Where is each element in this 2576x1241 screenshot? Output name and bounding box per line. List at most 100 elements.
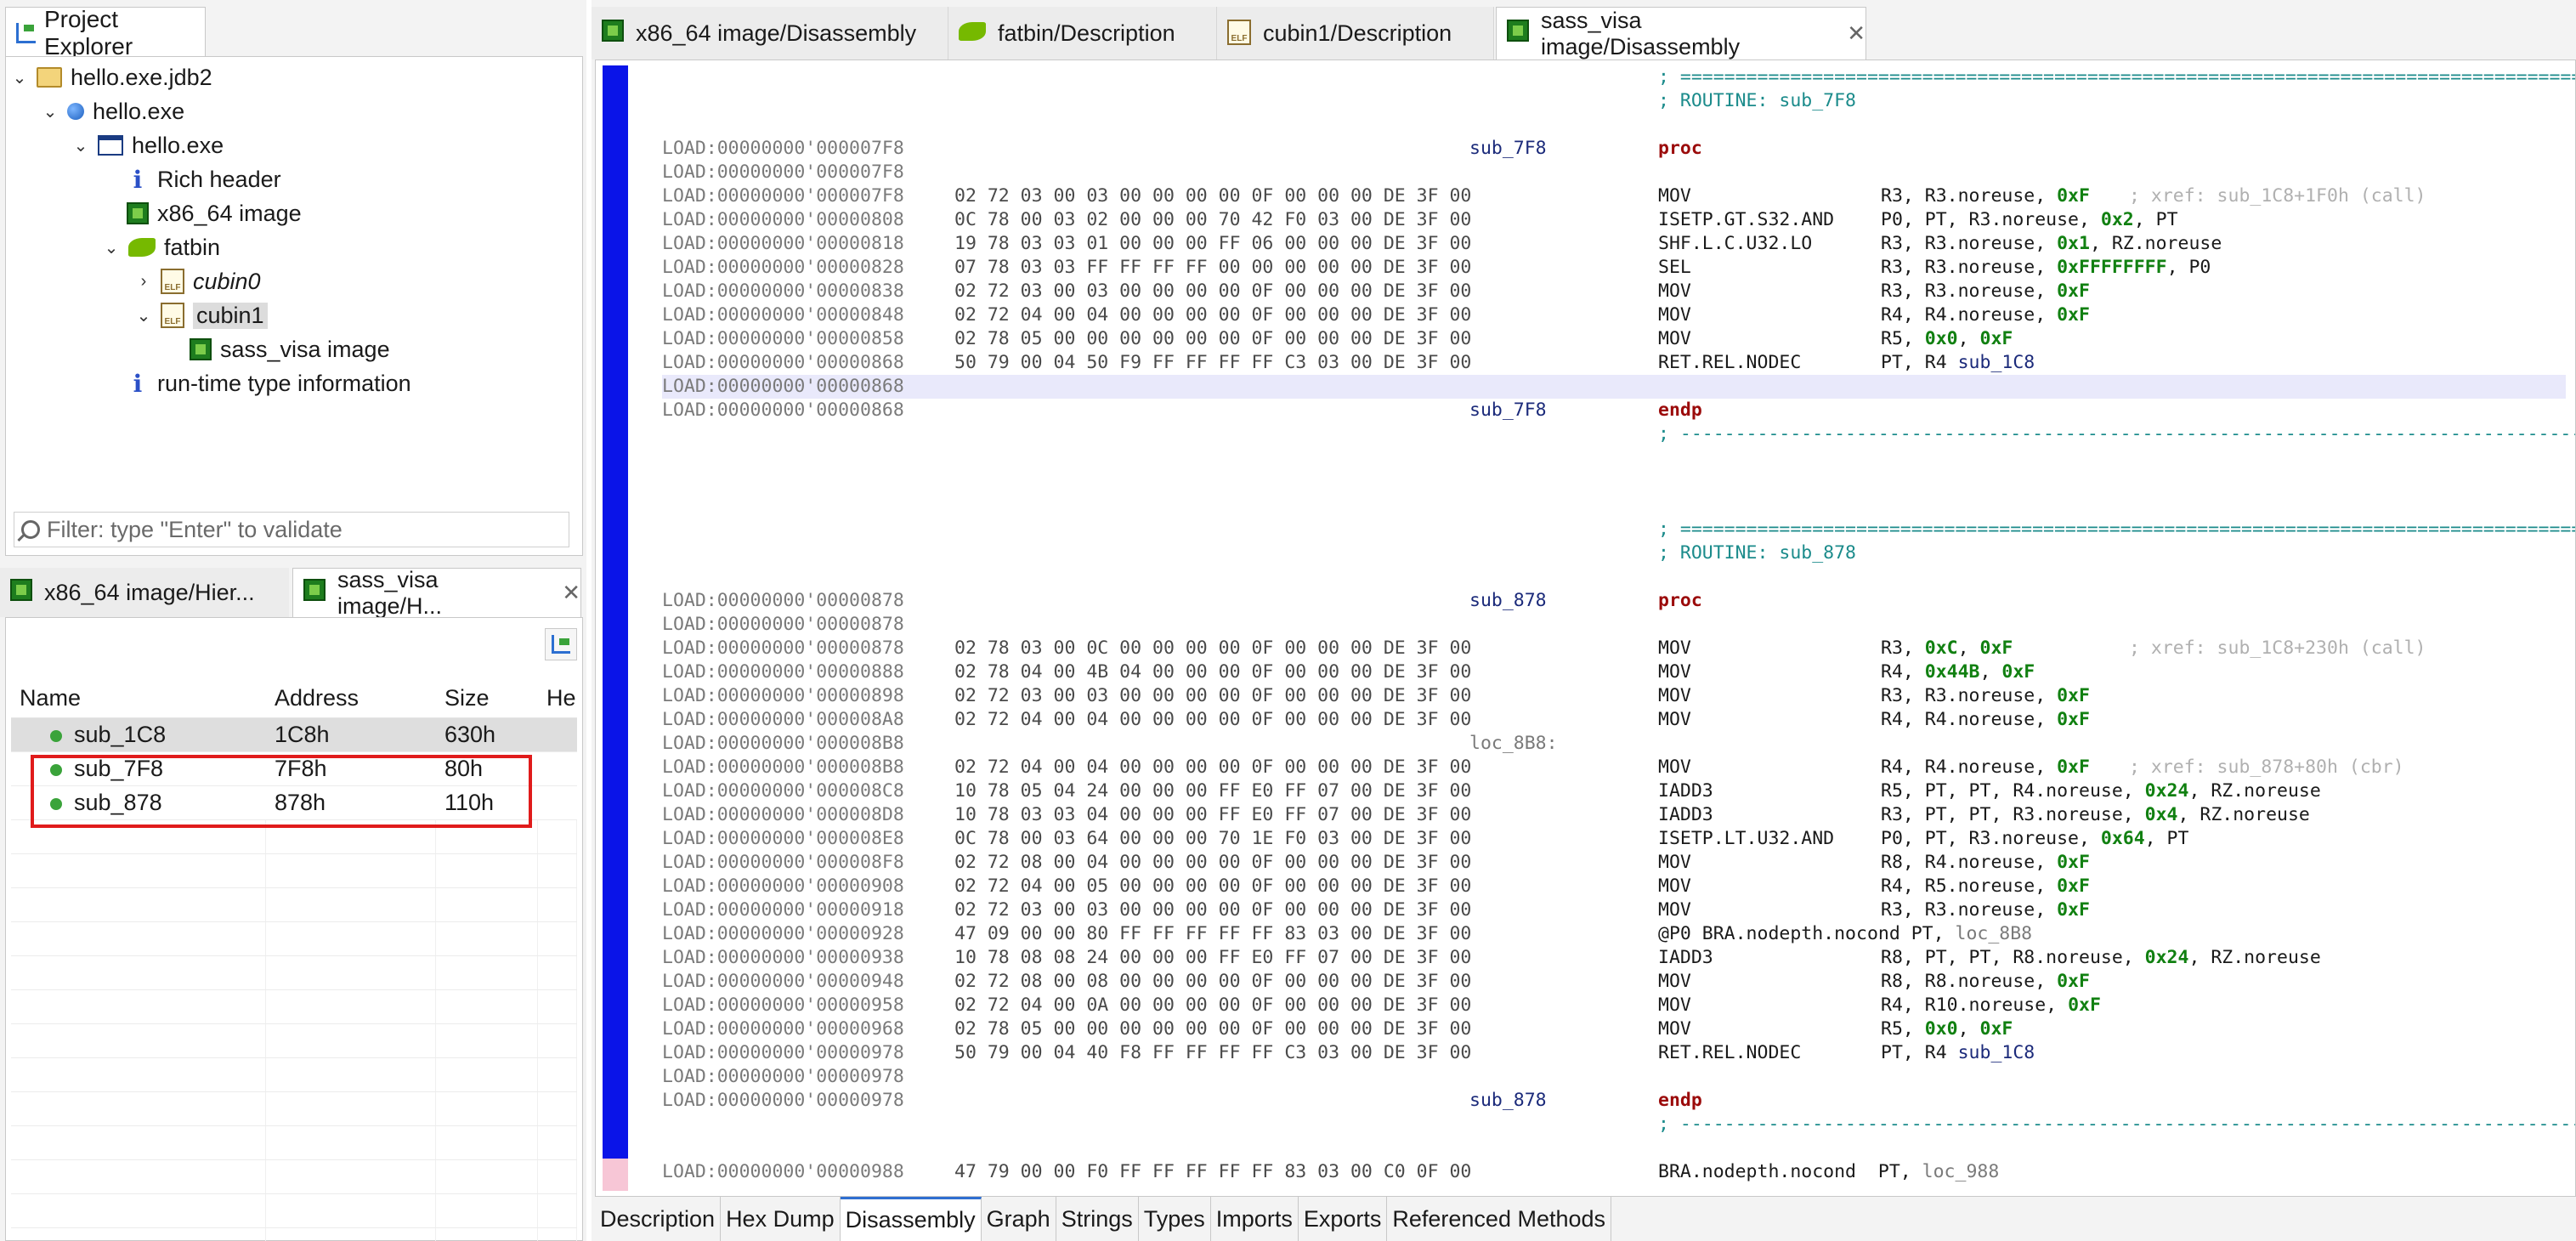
disassembly-line[interactable]: LOAD:00000000'00000878 02 78 03 00 0C 00 …	[662, 637, 2566, 660]
disassembly-line[interactable]: LOAD:00000000'00000898 02 72 03 00 03 00 …	[662, 684, 2566, 708]
tab-cubin1-description[interactable]: ELF cubin1/Description	[1217, 7, 1494, 60]
disassembly-line[interactable]	[662, 470, 2566, 494]
disassembly-line[interactable]: LOAD:00000000'00000958 02 72 04 00 0A 00 …	[662, 994, 2566, 1017]
disassembly-line[interactable]: LOAD:00000000'000007F8 sub_7F8 proc	[662, 137, 2566, 161]
tab-fatbin-description[interactable]: fatbin/Description	[948, 7, 1217, 60]
close-icon[interactable]: ✕	[1847, 20, 1865, 47]
tree-item-jdb2[interactable]: ⌄ hello.exe.jdb2	[9, 60, 212, 94]
tree-item-rtti[interactable]: i run-time type information	[120, 366, 411, 400]
disassembly-line[interactable]: ; ======================================…	[662, 65, 2575, 89]
disassembly-line[interactable]: LOAD:00000000'00000808 0C 78 00 03 02 00 …	[662, 208, 2566, 232]
disassembly-line[interactable]: LOAD:00000000'00000938 10 78 08 08 24 00 …	[662, 946, 2566, 970]
tab-sass-hierarchy[interactable]: sass_visa image/H... ✕	[292, 567, 581, 619]
column-header-hei[interactable]: Hei	[538, 685, 577, 711]
disassembly-line[interactable]: ; --------------------------------------…	[662, 1113, 2575, 1136]
tree-item-x86-image[interactable]: x86_64 image	[120, 196, 302, 230]
tree-item-label: Rich header	[157, 166, 281, 192]
line-address: LOAD:00000000'00000908	[662, 876, 904, 897]
chevron-right-icon[interactable]: ›	[133, 271, 154, 292]
disassembly-line[interactable]: LOAD:00000000'00000838 02 72 03 00 03 00 …	[662, 280, 2566, 303]
tab-sass-disassembly[interactable]: sass_visa image/Disassembly ✕	[1496, 7, 1866, 60]
chevron-down-icon[interactable]: ⌄	[101, 237, 122, 258]
tab-x86-hierarchy[interactable]: x86_64 image/Hier...	[0, 568, 289, 617]
tab-description[interactable]: Description	[595, 1197, 722, 1241]
disassembly-line[interactable]: LOAD:00000000'00000878 sub_878 proc	[662, 589, 2566, 613]
close-icon[interactable]: ✕	[562, 580, 580, 606]
label-reference[interactable]: loc_988	[1922, 1161, 2000, 1182]
tab-strings[interactable]: Strings	[1056, 1197, 1139, 1241]
hierarchy-toolbar-button[interactable]	[545, 628, 577, 660]
disassembly-line[interactable]: LOAD:00000000'00000988 47 79 00 00 F0 FF …	[662, 1160, 2566, 1184]
tree-item-cubin1[interactable]: ⌄ ELF cubin1	[133, 298, 268, 332]
tab-hex-dump[interactable]: Hex Dump	[721, 1197, 841, 1241]
tab-project-explorer[interactable]: Project Explorer	[5, 5, 206, 60]
table-empty-row	[11, 1194, 577, 1228]
disassembly-line[interactable]: LOAD:00000000'00000968 02 78 05 00 00 00 …	[662, 1017, 2566, 1041]
code-label: sub_7F8	[1469, 138, 1547, 159]
project-explorer-label: Project Explorer	[43, 5, 133, 60]
tree-item-label: cubin0	[193, 268, 261, 294]
disassembly-line[interactable]	[662, 113, 2566, 137]
disassembly-line[interactable]: LOAD:00000000'00000908 02 72 04 00 05 00 …	[662, 875, 2566, 898]
disassembly-line[interactable]: LOAD:00000000'000008B8 02 72 04 00 04 00 …	[662, 756, 2566, 779]
disassembly-line[interactable]: LOAD:00000000'000007F8	[662, 161, 2566, 184]
disassembly-line[interactable]: LOAD:00000000'00000818 19 78 03 03 01 00 …	[662, 232, 2566, 256]
tab-disassembly[interactable]: Disassembly	[840, 1197, 982, 1241]
disassembly-line[interactable]: ; ROUTINE: sub_878	[662, 541, 2566, 565]
filter-input[interactable]: Filter: type "Enter" to validate	[14, 512, 569, 547]
disassembly-line[interactable]: LOAD:00000000'00000978 sub_878 endp	[662, 1089, 2566, 1113]
disassembly-line[interactable]: LOAD:00000000'00000918 02 72 03 00 03 00 …	[662, 898, 2566, 922]
tree-item-fatbin[interactable]: ⌄ fatbin	[101, 230, 220, 264]
tab-types[interactable]: Types	[1138, 1197, 1211, 1241]
table-row[interactable]: sub_1C8 1C8h 630h	[11, 718, 577, 752]
disassembly-line[interactable]: LOAD:00000000'00000868 sub_7F8 endp	[662, 399, 2566, 422]
chevron-down-icon[interactable]: ⌄	[71, 135, 91, 156]
disassembly-line[interactable]: LOAD:00000000'00000928 47 09 00 00 80 FF …	[662, 922, 2566, 946]
column-header-size[interactable]: Size	[436, 685, 538, 711]
disassembly-line[interactable]: LOAD:00000000'00000948 02 72 08 00 08 00 …	[662, 970, 2566, 994]
column-header-name[interactable]: Name	[11, 685, 266, 711]
disassembly-line[interactable]: ; --------------------------------------…	[662, 422, 2575, 446]
disassembly-line[interactable]: LOAD:00000000'00000848 02 72 04 00 04 00 …	[662, 303, 2566, 327]
disassembly-line[interactable]: ; ROUTINE: sub_7F8	[662, 89, 2566, 113]
disassembly-line[interactable]	[662, 1136, 2566, 1160]
disassembly-line[interactable]: LOAD:00000000'00000978	[662, 1065, 2566, 1089]
tab-x86-disassembly[interactable]: x86_64 image/Disassembly	[592, 7, 948, 60]
tab-imports[interactable]: Imports	[1210, 1197, 1299, 1241]
disassembly-line[interactable]: LOAD:00000000'000008F8 02 72 08 00 04 00 …	[662, 851, 2566, 875]
disassembly-line[interactable]	[662, 446, 2566, 470]
tree-item-rich-header[interactable]: i Rich header	[120, 162, 281, 196]
tab-referenced-methods[interactable]: Referenced Methods	[1387, 1197, 1612, 1241]
navigation-bar[interactable]	[603, 65, 628, 1191]
chip-icon	[10, 578, 32, 607]
disassembly-line[interactable]: LOAD:00000000'000008C8 10 78 05 04 24 00 …	[662, 779, 2566, 803]
disassembly-line[interactable]: LOAD:00000000'00000878	[662, 613, 2566, 637]
tree-item-cubin0[interactable]: › ELF cubin0	[133, 264, 261, 298]
label-reference[interactable]: loc_8B8	[1956, 923, 2033, 944]
disassembly-line[interactable]: LOAD:00000000'000008E8 0C 78 00 03 64 00 …	[662, 827, 2566, 851]
disassembly-line[interactable]: ; ======================================…	[662, 518, 2575, 541]
disassembly-line[interactable]	[662, 565, 2566, 589]
disassembly-line[interactable]: LOAD:00000000'000008B8 loc_8B8:	[662, 732, 2566, 756]
tree-item-hello-artifact[interactable]: ⌄ hello.exe	[40, 94, 184, 128]
disassembly-line[interactable]: LOAD:00000000'00000888 02 78 04 00 4B 04 …	[662, 660, 2566, 684]
disassembly-line[interactable]	[662, 494, 2566, 518]
tree-item-sass-visa-image[interactable]: sass_visa image	[183, 332, 390, 366]
chevron-down-icon[interactable]: ⌄	[133, 305, 154, 326]
column-header-address[interactable]: Address	[266, 685, 436, 711]
disassembly-line[interactable]: LOAD:00000000'00000978 50 79 00 04 40 F8 …	[662, 1041, 2566, 1065]
disassembly-line[interactable]: LOAD:00000000'000008D8 10 78 03 03 04 00 …	[662, 803, 2566, 827]
disassembly-line[interactable]: LOAD:00000000'00000868	[662, 375, 2566, 399]
disassembly-line[interactable]: LOAD:00000000'00000868 50 79 00 04 50 F9 …	[662, 351, 2566, 375]
tree-item-hello-unit[interactable]: ⌄ hello.exe	[71, 128, 224, 162]
code-label: sub_7F8	[1469, 400, 1547, 421]
disassembly-line[interactable]: LOAD:00000000'000008A8 02 72 04 00 04 00 …	[662, 708, 2566, 732]
tab-exports[interactable]: Exports	[1298, 1197, 1388, 1241]
disassembly-line[interactable]: LOAD:00000000'00000828 07 78 03 03 FF FF …	[662, 256, 2566, 280]
chevron-down-icon[interactable]: ⌄	[9, 67, 30, 88]
disassembly-line[interactable]: LOAD:00000000'000007F8 02 72 03 00 03 00 …	[662, 184, 2566, 208]
disassembly-view[interactable]: ; ======================================…	[595, 60, 2576, 1197]
chevron-down-icon[interactable]: ⌄	[40, 101, 60, 122]
tab-graph[interactable]: Graph	[981, 1197, 1056, 1241]
disassembly-line[interactable]: LOAD:00000000'00000858 02 78 05 00 00 00 …	[662, 327, 2566, 351]
